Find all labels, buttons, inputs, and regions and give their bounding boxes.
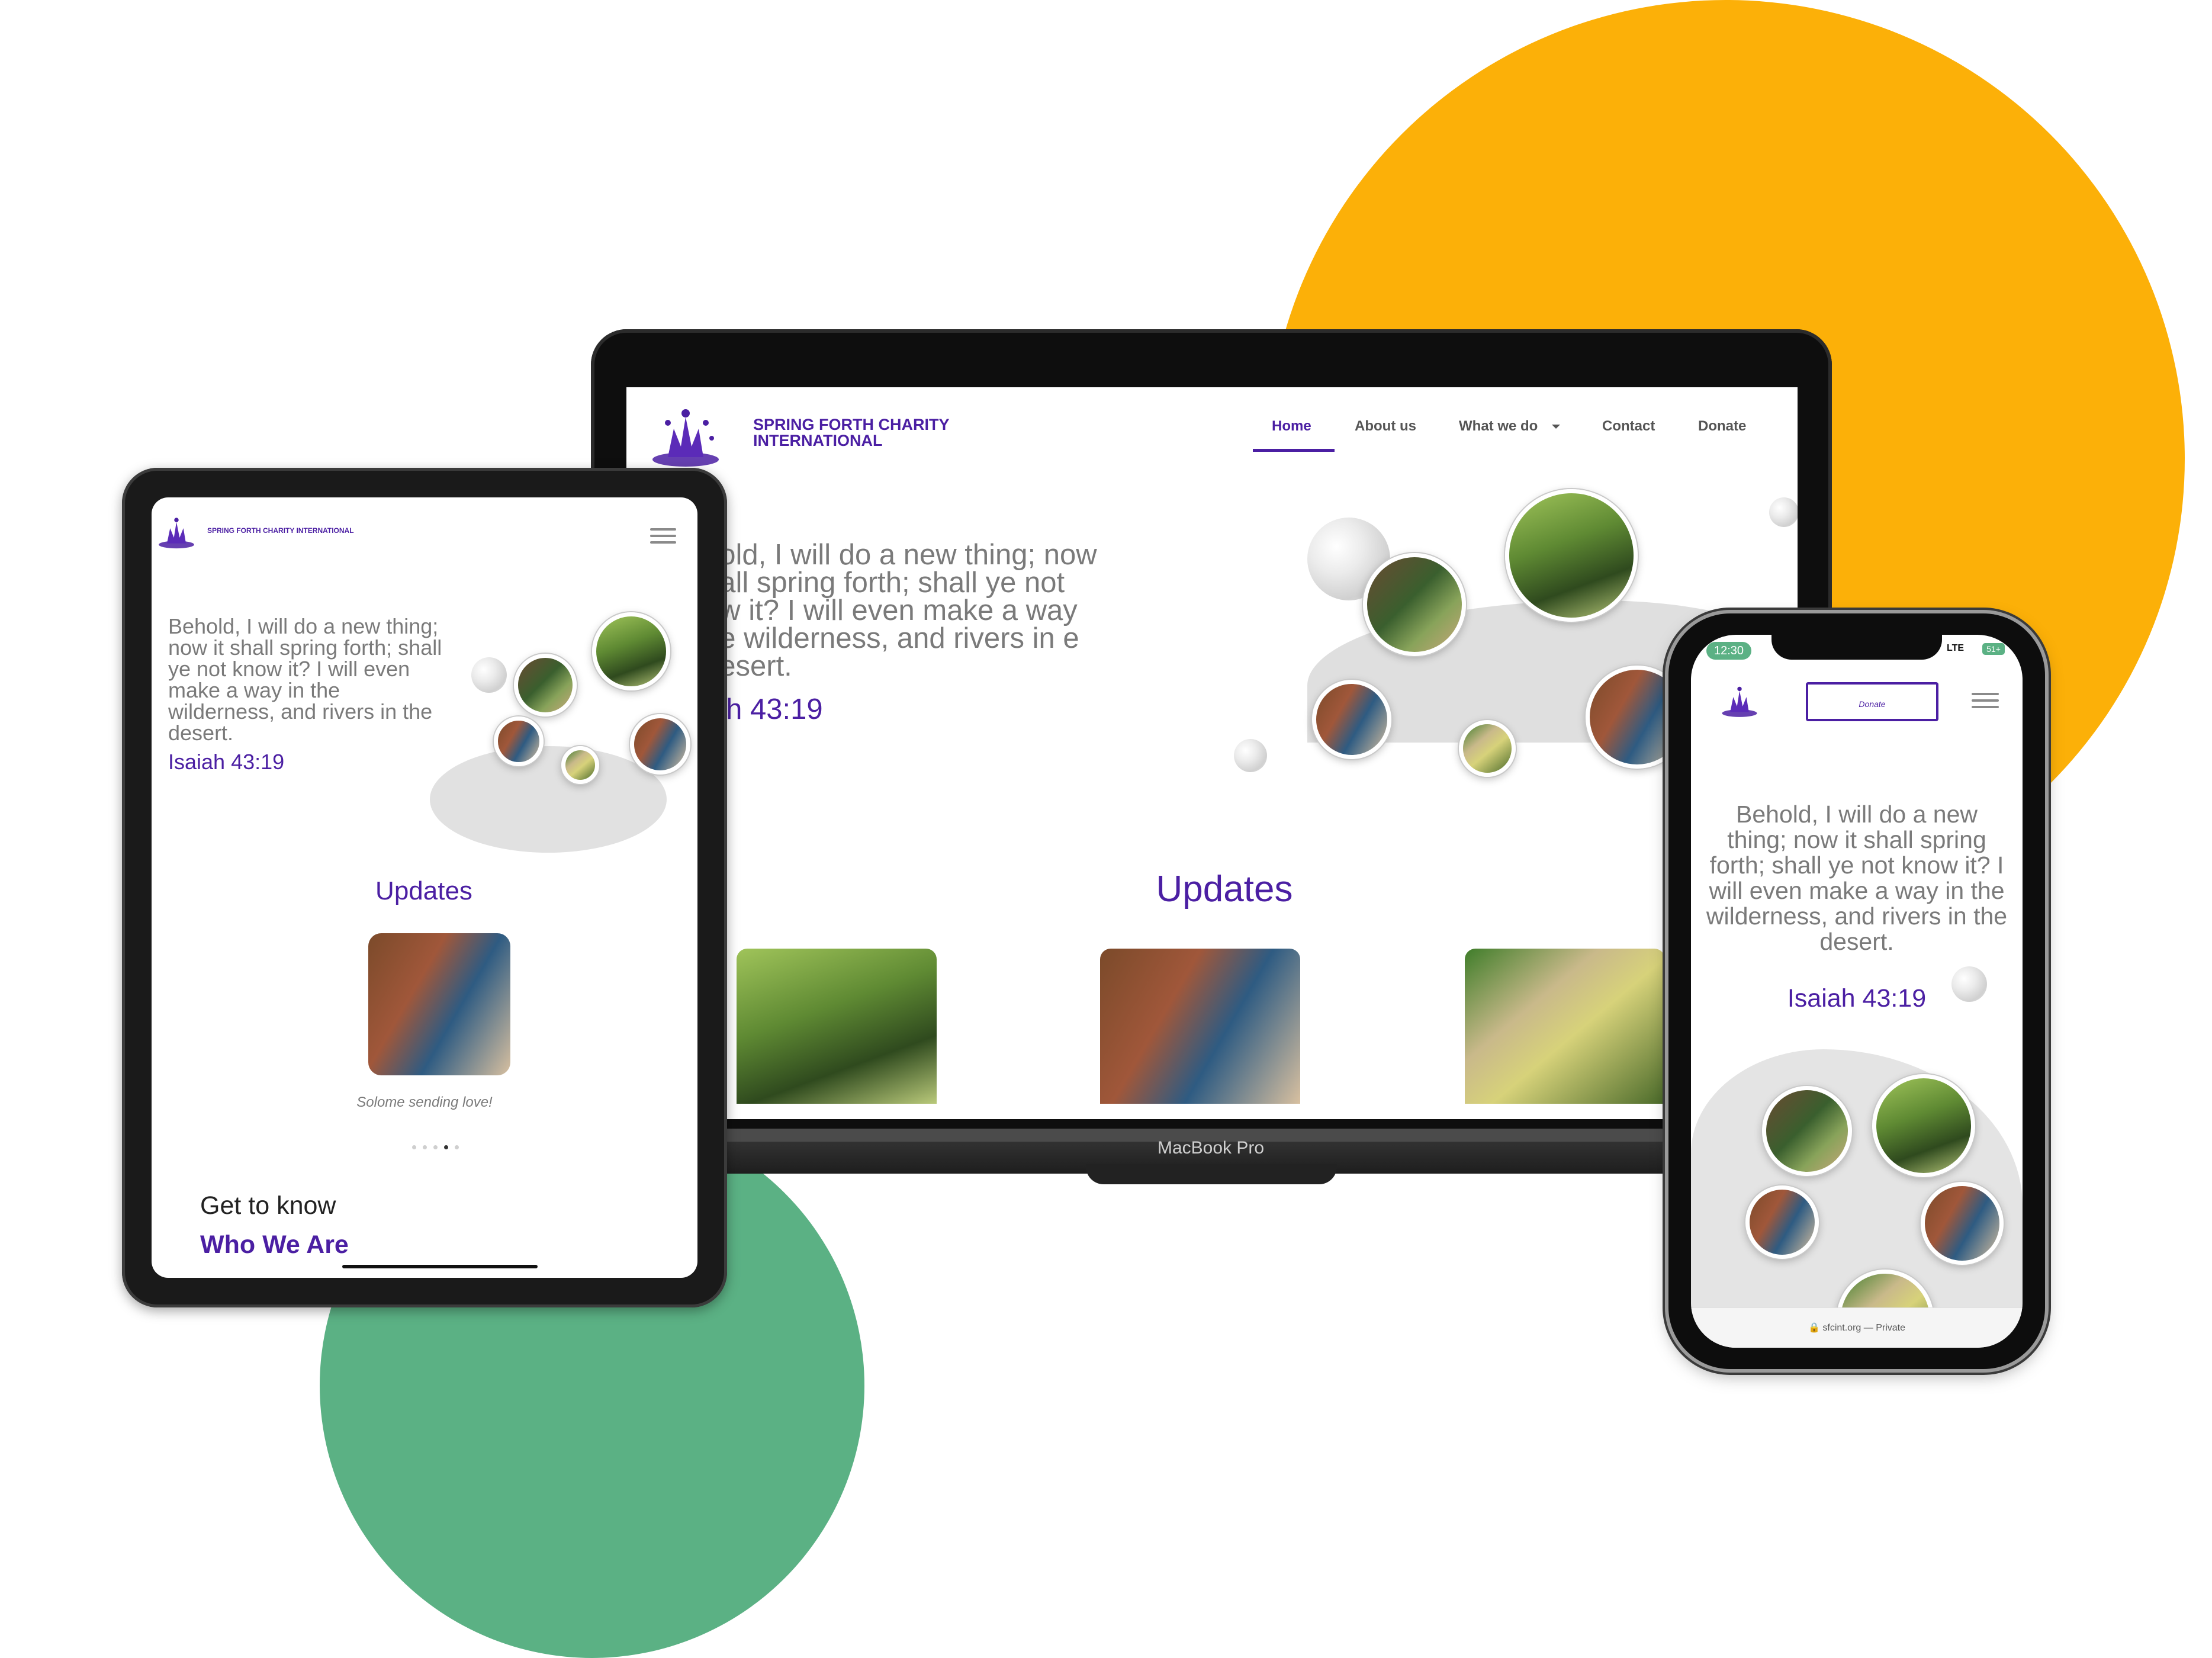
updates-heading: Updates [375,876,472,905]
hero-photo-bubble [1505,489,1638,622]
url-text: sfcint.org [1822,1323,1861,1333]
nav-donate[interactable]: Donate [1698,418,1746,435]
hero-quote: Behold, I will do a new thing; now it sh… [1706,801,2008,955]
hero-photo-bubble [1921,1182,2004,1265]
laptop-screen: SPRING FORTH CHARITY INTERNATIONAL Home … [626,387,1798,1119]
updates-heading: Updates [1156,869,1293,910]
carousel-dot-active[interactable] [444,1145,448,1149]
logo-icon[interactable] [650,405,721,470]
nav-active-indicator [1253,449,1335,452]
hero-photo-bubble [494,716,544,766]
hero-photo-bubble [1762,1086,1852,1176]
carousel-dot[interactable] [433,1145,438,1149]
hero-photo-bubble [592,612,670,690]
logo-icon[interactable] [1721,685,1758,719]
decor-bubble [1234,739,1267,772]
brand-name[interactable]: SPRING FORTH CHARITY INTERNATIONAL [753,417,1002,449]
carousel-dot[interactable] [412,1145,416,1149]
hero-verse: Isaiah 43:19 [168,750,285,774]
battery-icon: 51+ [1982,643,2005,655]
nav-what-we-do[interactable]: What we do [1459,418,1538,435]
nav-contact[interactable]: Contact [1602,418,1655,435]
url-suffix: — Private [1863,1323,1905,1333]
update-card[interactable] [368,933,510,1075]
hero-photo-bubble [1459,720,1516,777]
laptop-notch [1086,1164,1337,1184]
hero-photo-bubble [630,714,690,775]
section-intro: Get to know [200,1191,336,1220]
update-card[interactable] [737,949,937,1104]
decor-bubble [1769,497,1798,527]
phone-notch [1771,635,1942,660]
hero-quote: hold, I will do a new thing; now hall sp… [703,539,1097,682]
donate-button[interactable]: Donate [1806,682,1938,721]
home-indicator[interactable] [342,1265,538,1268]
tablet-screen: SPRING FORTH CHARITY INTERNATIONAL Behol… [152,497,697,1278]
phone-screen: 12:30 LTE 51+ Donate Behold, I will do a… [1691,635,2023,1348]
browser-url[interactable]: 🔒 sfcint.org — Private [1691,1322,2023,1334]
decor-bubble [471,657,507,693]
hero-splash-illustration [1691,1049,2023,1310]
hero-splash-illustration [430,746,667,853]
status-time: 12:30 [1706,642,1751,660]
logo-icon[interactable] [157,515,195,551]
hero-photo-bubble [1312,680,1391,759]
nav-home[interactable]: Home [1272,418,1311,435]
status-network: LTE [1947,643,1965,653]
hero-photo-bubble [1745,1185,1819,1259]
update-card[interactable] [1465,949,1665,1104]
lock-icon: 🔒 [1808,1323,1820,1333]
carousel-dot[interactable] [423,1145,427,1149]
menu-icon[interactable] [650,528,676,545]
section-title: Who We Are [200,1230,349,1259]
hero-photo-bubble [514,654,577,716]
hero-quote: Behold, I will do a new thing; now it sh… [168,614,442,745]
hero-photo-bubble [1363,553,1466,656]
hero-photo-bubble [1872,1074,1975,1177]
update-caption: Solome sending love! [356,1094,493,1110]
laptop-model-label: MacBook Pro [1157,1138,1265,1158]
carousel-dot[interactable] [455,1145,459,1149]
menu-icon[interactable] [1972,693,1999,709]
nav-about-us[interactable]: About us [1355,418,1416,435]
decor-bubble [1951,966,1987,1002]
chevron-down-icon[interactable] [1551,424,1561,430]
update-card[interactable] [1100,949,1300,1104]
hero-photo-bubble [561,746,599,784]
brand-name[interactable]: SPRING FORTH CHARITY INTERNATIONAL [207,527,385,534]
